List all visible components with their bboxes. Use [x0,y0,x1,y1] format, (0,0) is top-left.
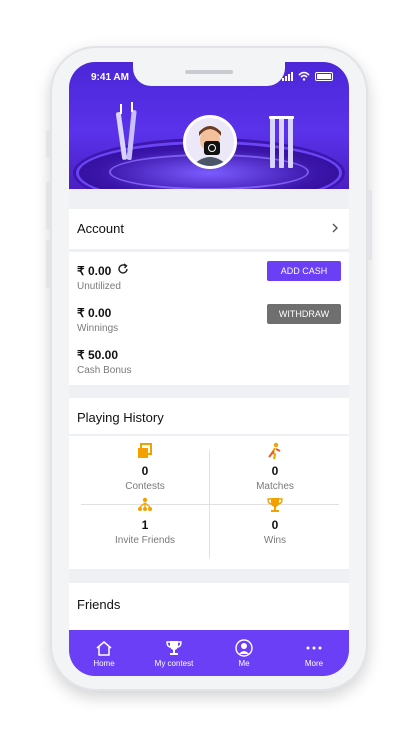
cash-bonus-label: Cash Bonus [77,365,132,376]
stat-label: Invite Friends [114,535,176,546]
bottom-navigation: Home My contest Me More [69,630,349,676]
nav-label: Me [238,659,250,668]
speaker-grille [185,70,233,74]
stat-value: 0 [141,464,149,478]
playing-history-title: Playing History [77,410,164,425]
unutilized-amount: ₹ 0.00 [77,264,112,278]
stat-invite-friends[interactable]: 1 Invite Friends [85,496,205,546]
invite-friends-icon [138,497,152,511]
stat-contests[interactable]: 0 Contests [85,442,205,492]
stat-value: 0 [271,464,279,478]
cellular-signal-icon [282,72,293,81]
playing-history-stats: 0 Contests 0 Matches 1 Invite Friends 0 … [69,436,349,569]
wallet-card: ₹ 0.00 Unutilized ADD CASH ₹ 0.00 Winnin… [69,252,349,385]
phone-volume-up [46,182,50,230]
cash-bonus-amount: ₹ 50.00 [77,348,118,362]
user-icon [235,639,253,657]
friends-section[interactable]: Friends [69,583,349,631]
nav-me[interactable]: Me [209,630,279,676]
cricket-bats-illustration [115,102,137,160]
account-row[interactable]: Account [69,209,349,249]
unutilized-label: Unutilized [77,281,121,292]
status-time: 9:41 AM [91,72,129,83]
stat-value: 0 [271,518,279,532]
phone-mute-switch [46,130,50,158]
winnings-label: Winnings [77,323,119,334]
home-icon [96,641,112,656]
nav-more[interactable]: More [279,630,349,676]
account-title: Account [77,221,124,236]
phone-power-button [368,190,372,260]
more-dots-icon [306,646,322,650]
trophy-icon [166,641,182,655]
trophy-icon [267,498,283,512]
stat-label: Matches [256,481,294,492]
nav-label: Home [93,659,115,668]
stat-label: Wins [263,535,287,546]
nav-my-contest[interactable]: My contest [139,630,209,676]
add-cash-button[interactable]: ADD CASH [267,261,341,281]
friends-title: Friends [77,597,121,612]
stat-value: 1 [141,518,149,532]
wifi-icon [298,71,310,81]
nav-label: My contest [154,659,194,668]
refresh-icon[interactable] [117,263,129,275]
playing-history-header: Playing History [69,398,349,434]
chevron-right-icon [332,223,338,233]
status-bar: 9:41 AM [69,62,349,90]
app-screen: 9:41 AM Account ₹ 0.00 Unutilized ADD CA… [69,62,349,676]
withdraw-button[interactable]: WITHDRAW [267,304,341,324]
camera-icon[interactable] [204,141,220,155]
status-icons [282,71,333,81]
stat-matches[interactable]: 0 Matches [215,442,335,492]
nav-home[interactable]: Home [69,630,139,676]
battery-icon [315,72,333,81]
notch [133,62,285,86]
stat-label: Contests [125,481,165,492]
nav-label: More [304,659,324,668]
profile-header: 9:41 AM [69,62,349,189]
stat-wins[interactable]: 0 Wins [215,496,335,546]
cricket-player-icon [268,442,281,460]
phone-volume-down [46,240,50,288]
winnings-amount: ₹ 0.00 [77,306,112,320]
contests-icon [138,443,152,458]
cricket-stumps-illustration [269,116,294,168]
